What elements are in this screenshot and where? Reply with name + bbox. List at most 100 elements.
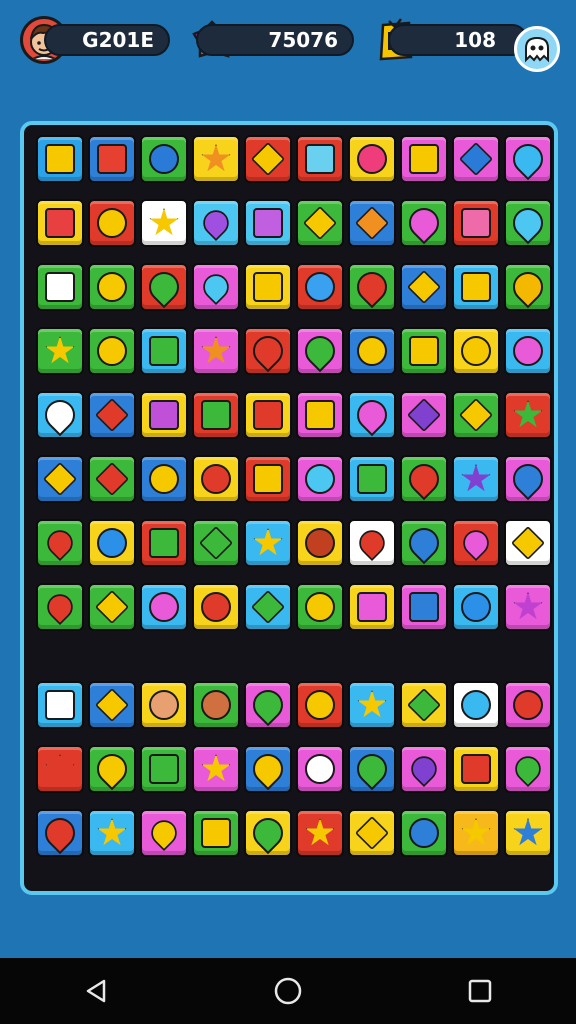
tile-face[interactable] — [296, 455, 344, 503]
tile-ring[interactable] — [400, 809, 448, 857]
tile-book[interactable] — [140, 327, 188, 375]
tile-hat[interactable] — [504, 519, 552, 567]
tile-sandwich[interactable] — [36, 199, 84, 247]
tile-apple[interactable] — [400, 745, 448, 793]
tile-lemon[interactable] — [88, 745, 136, 793]
tile-book[interactable] — [400, 583, 448, 631]
tile-jar[interactable] — [348, 455, 396, 503]
tile-face[interactable] — [348, 135, 396, 183]
tile-plum[interactable] — [504, 455, 552, 503]
tile-brush[interactable] — [36, 455, 84, 503]
tile-heart[interactable] — [192, 263, 240, 311]
tile-bird[interactable] — [348, 681, 396, 729]
tile-tree[interactable] — [140, 135, 188, 183]
tile-pencil[interactable] — [348, 809, 396, 857]
tile-sock[interactable] — [452, 199, 500, 247]
tile-strawberry[interactable] — [400, 455, 448, 503]
tile-trophy[interactable] — [244, 455, 292, 503]
tile-ruler[interactable] — [244, 583, 292, 631]
tile-lemon[interactable] — [244, 809, 292, 857]
ghost-menu-button[interactable] — [514, 26, 560, 72]
tile-cone[interactable] — [88, 583, 136, 631]
tile-paw[interactable] — [192, 199, 240, 247]
tile-sun[interactable] — [36, 327, 84, 375]
tile-heart[interactable] — [452, 519, 500, 567]
tile-star[interactable] — [452, 809, 500, 857]
tile-bird[interactable] — [88, 263, 136, 311]
tile-rose[interactable] — [36, 519, 84, 567]
tile-marker[interactable] — [400, 391, 448, 439]
nav-back-button[interactable] — [66, 961, 126, 1021]
tile-bear[interactable] — [452, 327, 500, 375]
tile-leaf[interactable] — [244, 681, 292, 729]
tile-book[interactable] — [140, 745, 188, 793]
tile-key[interactable] — [348, 199, 396, 247]
tile-shell[interactable] — [140, 583, 188, 631]
tile-balloon[interactable] — [348, 391, 396, 439]
tile-leaf[interactable] — [140, 263, 188, 311]
tile-person[interactable] — [296, 519, 344, 567]
tile-shield[interactable] — [244, 263, 292, 311]
nav-recents-button[interactable] — [450, 961, 510, 1021]
tile-flower[interactable] — [452, 455, 500, 503]
tile-bell[interactable] — [244, 745, 292, 793]
tile-cactus[interactable] — [192, 391, 240, 439]
tile-kite[interactable] — [88, 455, 136, 503]
tile-pencil[interactable] — [88, 391, 136, 439]
tile-bottle[interactable] — [400, 519, 448, 567]
tile-box[interactable] — [400, 327, 448, 375]
tile-ball[interactable] — [88, 519, 136, 567]
tile-heart[interactable] — [36, 583, 84, 631]
tile-cake[interactable] — [36, 681, 84, 729]
tile-spiral[interactable] — [452, 681, 500, 729]
tile-drop[interactable] — [36, 809, 84, 857]
tile-spoon[interactable] — [140, 455, 188, 503]
tile-carrot[interactable] — [244, 135, 292, 183]
tile-spiral[interactable] — [452, 583, 500, 631]
tile-crown[interactable] — [192, 809, 240, 857]
tile-lemon[interactable] — [504, 263, 552, 311]
tile-cookie[interactable] — [88, 681, 136, 729]
tile-cube[interactable] — [140, 391, 188, 439]
tile-flower[interactable] — [192, 327, 240, 375]
tile-girl[interactable] — [192, 681, 240, 729]
tile-cheese[interactable] — [400, 263, 448, 311]
tile-pot[interactable] — [244, 199, 292, 247]
tile-sun-flower[interactable] — [192, 135, 240, 183]
tile-gear[interactable] — [504, 809, 552, 857]
tile-leaf[interactable] — [504, 135, 552, 183]
tile-box[interactable] — [140, 519, 188, 567]
tile-star[interactable] — [88, 809, 136, 857]
tile-tree[interactable] — [296, 583, 344, 631]
nav-home-button[interactable] — [258, 961, 318, 1021]
tile-crayon[interactable] — [400, 681, 448, 729]
tile-phone[interactable] — [296, 135, 344, 183]
tile-lemon[interactable] — [88, 327, 136, 375]
tile-berry[interactable] — [400, 199, 448, 247]
tile-cupcake[interactable] — [348, 583, 396, 631]
tile-chair[interactable] — [296, 391, 344, 439]
tile-book[interactable] — [296, 199, 344, 247]
tile-bowl[interactable] — [504, 327, 552, 375]
tile-leaf[interactable] — [296, 327, 344, 375]
tile-star[interactable] — [504, 583, 552, 631]
tile-sun[interactable] — [192, 745, 240, 793]
tile-cake[interactable] — [36, 391, 84, 439]
tile-button[interactable] — [504, 681, 552, 729]
tile-balloon[interactable] — [348, 263, 396, 311]
tile-battery[interactable] — [452, 745, 500, 793]
tile-lemon[interactable] — [348, 327, 396, 375]
tile-star[interactable] — [296, 809, 344, 857]
tile-window[interactable] — [400, 135, 448, 183]
tile-bell[interactable] — [504, 199, 552, 247]
tile-sprout[interactable] — [504, 391, 552, 439]
tile-flower[interactable] — [36, 745, 84, 793]
tile-mushroom[interactable] — [296, 263, 344, 311]
tile-egg[interactable] — [192, 455, 240, 503]
tile-flower[interactable] — [140, 199, 188, 247]
tile-egg[interactable] — [296, 745, 344, 793]
tile-heart[interactable] — [348, 519, 396, 567]
tile-boy[interactable] — [140, 681, 188, 729]
tile-pencil[interactable] — [452, 391, 500, 439]
tile-strawberry[interactable] — [244, 327, 292, 375]
